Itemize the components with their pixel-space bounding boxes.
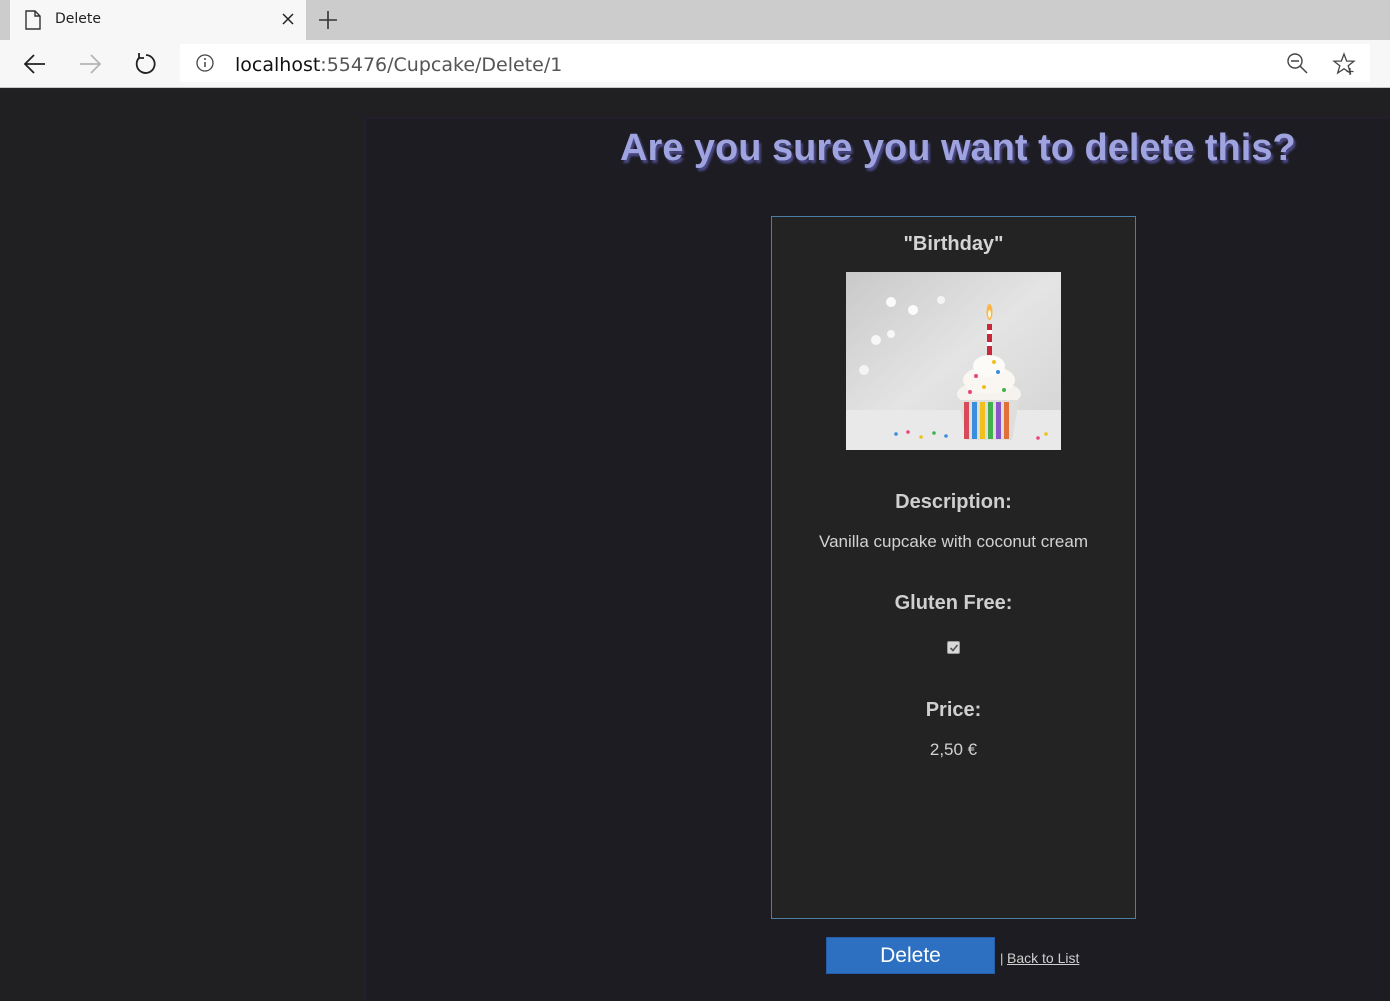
page-body: Are you sure you want to delete this? "B… — [0, 89, 1390, 1001]
forward-arrow-icon[interactable] — [77, 51, 103, 77]
back-arrow-icon[interactable] — [22, 51, 48, 77]
browser-tab[interactable]: Delete — [10, 0, 306, 40]
zoom-out-icon[interactable] — [1286, 52, 1308, 74]
plus-icon[interactable] — [316, 8, 340, 32]
url-path: :55476/Cupcake/Delete/1 — [320, 54, 563, 76]
gluten-free-label: Gluten Free: — [894, 592, 1013, 614]
page-title: Are you sure you want to delete this? — [620, 127, 1296, 169]
url-text: localhost:55476/Cupcake/Delete/1 — [235, 54, 562, 76]
favorite-star-icon[interactable] — [1332, 52, 1356, 76]
description-value: Vanilla cupcake with coconut cream — [819, 532, 1088, 551]
browser-toolbar: localhost:55476/Cupcake/Delete/1 — [0, 40, 1390, 88]
cupcake-image — [846, 272, 1061, 450]
gluten-free-checkbox — [947, 641, 960, 654]
cupcake-name: "Birthday" — [903, 233, 1004, 255]
close-icon[interactable] — [280, 11, 296, 27]
description-label: Description: — [895, 491, 1012, 513]
back-to-list-link[interactable]: Back to List — [1007, 950, 1079, 966]
info-icon[interactable] — [196, 54, 214, 72]
price-label: Price: — [925, 699, 982, 721]
cupcake-card: "Birthday" Description: Vanilla cupcake … — [771, 216, 1136, 919]
address-bar[interactable]: localhost:55476/Cupcake/Delete/1 — [180, 44, 1370, 82]
refresh-icon[interactable] — [132, 51, 158, 77]
price-value: 2,50 € — [929, 740, 978, 759]
delete-button[interactable]: Delete — [826, 937, 995, 974]
link-separator: | — [1000, 951, 1004, 966]
tab-bar: Delete — [0, 0, 1390, 40]
checkmark-icon — [949, 644, 959, 652]
url-host: localhost — [235, 54, 321, 76]
document-icon — [25, 10, 41, 30]
tab-title: Delete — [55, 11, 101, 27]
